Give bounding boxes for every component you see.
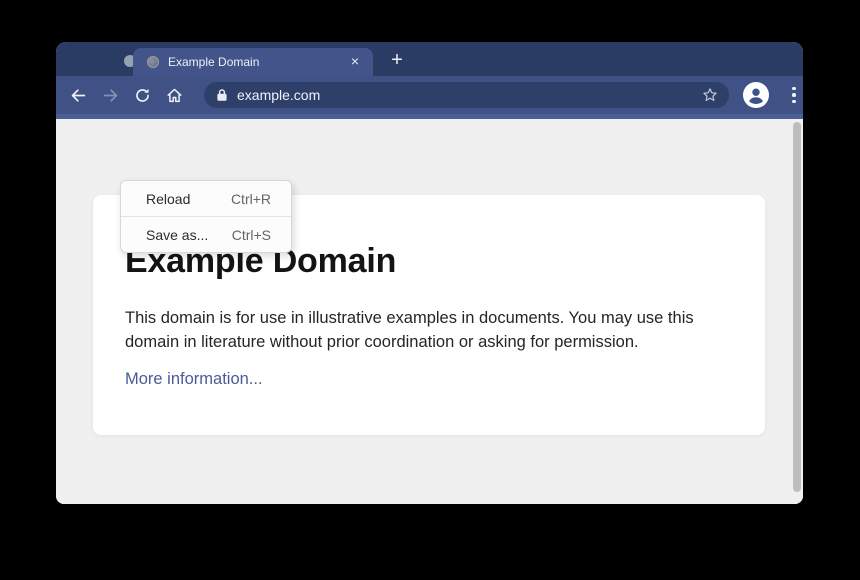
reload-button[interactable] bbox=[130, 83, 154, 107]
more-information-link[interactable]: More information... bbox=[125, 370, 263, 389]
address-bar[interactable]: example.com bbox=[204, 82, 729, 108]
browser-window: Example Domain × + bbox=[56, 42, 803, 504]
context-menu-item-save-as[interactable]: Save as... Ctrl+S bbox=[121, 216, 291, 252]
reload-icon bbox=[133, 86, 152, 105]
kebab-dot bbox=[792, 87, 796, 91]
navigation-toolbar: example.com bbox=[56, 76, 803, 114]
home-icon bbox=[165, 86, 184, 105]
menu-item-shortcut: Ctrl+R bbox=[231, 191, 271, 207]
favicon-icon bbox=[147, 56, 159, 68]
menu-item-shortcut: Ctrl+S bbox=[232, 227, 271, 243]
menu-item-label: Save as... bbox=[146, 227, 208, 243]
lock-icon[interactable] bbox=[216, 88, 228, 102]
url-text: example.com bbox=[237, 87, 701, 103]
forward-button[interactable] bbox=[98, 83, 122, 107]
browser-menu-button[interactable] bbox=[785, 87, 803, 104]
menu-item-label: Reload bbox=[146, 191, 190, 207]
tab-title: Example Domain bbox=[168, 55, 259, 69]
tab-example-domain[interactable]: Example Domain × bbox=[133, 48, 373, 76]
screenshot-stage: Example Domain × + bbox=[0, 0, 860, 580]
kebab-dot bbox=[792, 93, 796, 97]
bookmark-star-button[interactable] bbox=[701, 86, 719, 104]
back-arrow-icon bbox=[69, 86, 88, 105]
tab-close-icon[interactable]: × bbox=[347, 54, 363, 70]
context-menu-item-reload[interactable]: Reload Ctrl+R bbox=[121, 181, 291, 216]
home-button[interactable] bbox=[162, 83, 186, 107]
context-menu: Reload Ctrl+R Save as... Ctrl+S bbox=[120, 180, 292, 253]
profile-button[interactable] bbox=[743, 82, 769, 108]
page-viewport: Example Domain This domain is for use in… bbox=[56, 119, 803, 504]
page-paragraph: This domain is for use in illustrative e… bbox=[125, 306, 709, 354]
back-button[interactable] bbox=[66, 83, 90, 107]
title-bar: Example Domain × + bbox=[56, 42, 803, 76]
kebab-dot bbox=[792, 100, 796, 104]
star-icon bbox=[701, 86, 719, 104]
scrollbar-thumb[interactable] bbox=[793, 122, 801, 492]
forward-arrow-icon bbox=[101, 86, 120, 105]
avatar-icon bbox=[743, 82, 769, 108]
new-tab-button[interactable]: + bbox=[386, 50, 408, 72]
